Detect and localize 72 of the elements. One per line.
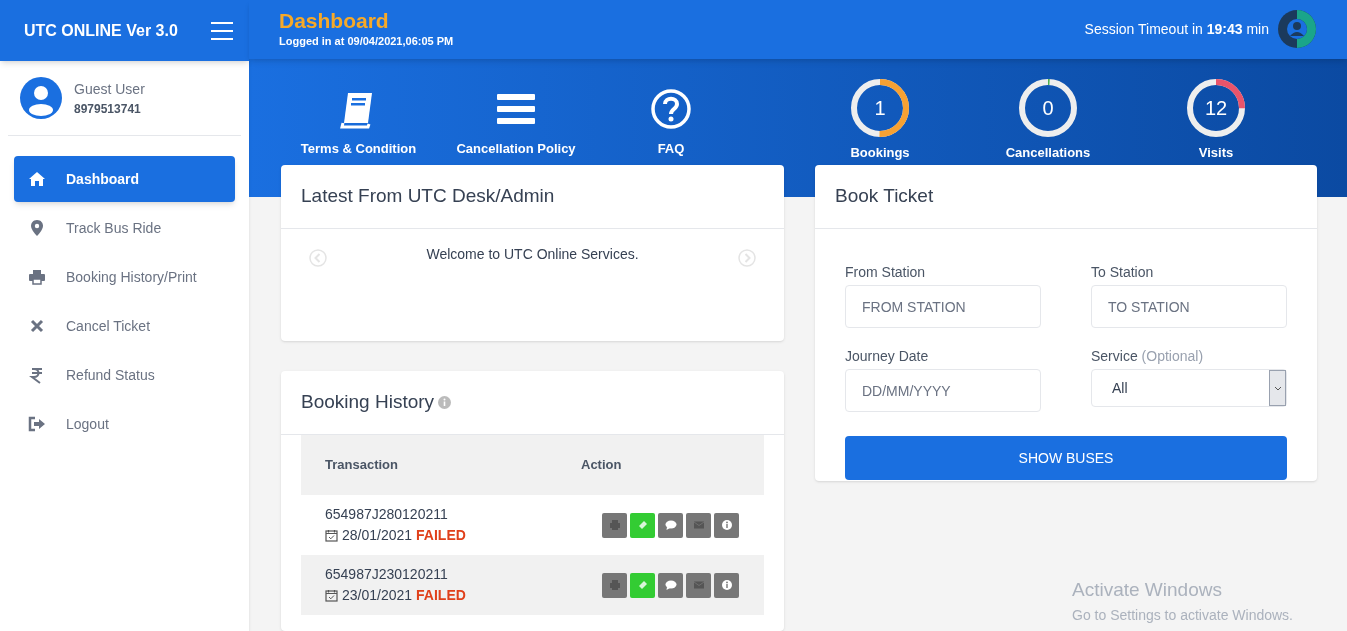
- info-button[interactable]: [714, 572, 739, 598]
- field-label: To Station: [1091, 263, 1155, 282]
- info-icon: [720, 519, 733, 531]
- printer-icon: [28, 268, 46, 286]
- stat-label: Visits: [1198, 143, 1234, 162]
- session-timeout: Session Timeout in 19:43 min: [1084, 19, 1269, 39]
- printer-button[interactable]: [602, 512, 627, 538]
- logout-icon: [28, 415, 46, 433]
- activation-notice-title: Activate Windows: [1072, 578, 1223, 602]
- service-select[interactable]: All: [1091, 369, 1287, 407]
- question-icon: [650, 88, 692, 129]
- stat-value: 0: [1041, 95, 1055, 121]
- show-buses-button[interactable]: SHOW BUSES: [845, 436, 1287, 480]
- avatar-icon: [20, 77, 62, 119]
- field-label: Service (Optional): [1091, 347, 1205, 366]
- sidebar-item[interactable]: Cancel Ticket: [14, 303, 235, 349]
- user-name: Guest User: [74, 79, 145, 99]
- calendar-icon: [325, 589, 338, 602]
- user-phone: 8979513741: [74, 100, 142, 118]
- quick-link[interactable]: FAQ: [596, 88, 746, 159]
- news-message: Welcome to UTC Online Services.: [426, 244, 639, 264]
- comment-button[interactable]: [658, 572, 683, 598]
- printer-icon: [608, 519, 621, 531]
- mail-button[interactable]: [686, 512, 711, 538]
- stat-value: 1: [873, 95, 887, 121]
- app-title: UTC ONLINE Ver 3.0: [24, 20, 178, 41]
- home-icon: [28, 170, 46, 188]
- transaction-id: 654987J230120211: [325, 565, 449, 584]
- transaction-date: 23/01/2021: [342, 586, 413, 605]
- comment-button[interactable]: [658, 512, 683, 538]
- to-station-field[interactable]: TO STATION: [1091, 285, 1287, 328]
- comment-icon: [664, 519, 677, 531]
- printer-button[interactable]: [602, 572, 627, 598]
- sidebar-item[interactable]: Track Bus Ride: [14, 205, 235, 251]
- quick-link[interactable]: Terms & Condition: [281, 88, 436, 159]
- info-button[interactable]: [714, 512, 739, 538]
- stat-value: 12: [1203, 95, 1229, 121]
- sidebar-item[interactable]: Booking History/Print: [14, 254, 235, 300]
- close-icon: [28, 317, 46, 335]
- card-title: Booking History: [301, 390, 435, 415]
- map-pin-icon: [28, 219, 46, 237]
- page-title: Dashboard: [279, 9, 390, 34]
- mail-icon: [692, 579, 705, 591]
- from-station-field[interactable]: FROM STATION: [845, 285, 1041, 328]
- field-label: From Station: [845, 263, 927, 282]
- info-icon: [720, 579, 733, 591]
- chevron-down-icon: [1273, 385, 1282, 391]
- activation-notice-text: Go to Settings to activate Windows.: [1072, 605, 1293, 625]
- card-title: Book Ticket: [835, 184, 934, 209]
- status-text: FAILED: [416, 586, 466, 605]
- sidebar-item[interactable]: Logout: [14, 401, 235, 447]
- journey-date-field[interactable]: DD/MM/YYYY: [845, 369, 1041, 412]
- sidebar-item[interactable]: Dashboard: [14, 156, 235, 202]
- menu-icon[interactable]: [211, 21, 233, 40]
- stat-label: Cancellations: [1005, 143, 1091, 162]
- transaction-id: 654987J280120211: [325, 505, 449, 524]
- printer-icon: [608, 579, 621, 591]
- sidebar-item[interactable]: Refund Status: [14, 352, 235, 398]
- quick-link[interactable]: Cancellation Policy: [436, 88, 596, 159]
- column-header: Transaction: [325, 456, 399, 475]
- mail-button[interactable]: [686, 572, 711, 598]
- column-header: Action: [581, 456, 622, 475]
- stat-label: Bookings: [850, 143, 910, 162]
- transaction-date: 28/01/2021: [342, 526, 413, 545]
- profile-icon[interactable]: [1277, 9, 1317, 50]
- login-time: Logged in at 09/04/2021,06:05 PM: [279, 34, 454, 50]
- comment-icon: [664, 579, 677, 591]
- calendar-icon: [325, 529, 338, 542]
- mail-icon: [692, 519, 705, 531]
- card-title: Latest From UTC Desk/Admin: [301, 184, 555, 209]
- field-label: Journey Date: [845, 347, 930, 366]
- status-text: FAILED: [416, 526, 466, 545]
